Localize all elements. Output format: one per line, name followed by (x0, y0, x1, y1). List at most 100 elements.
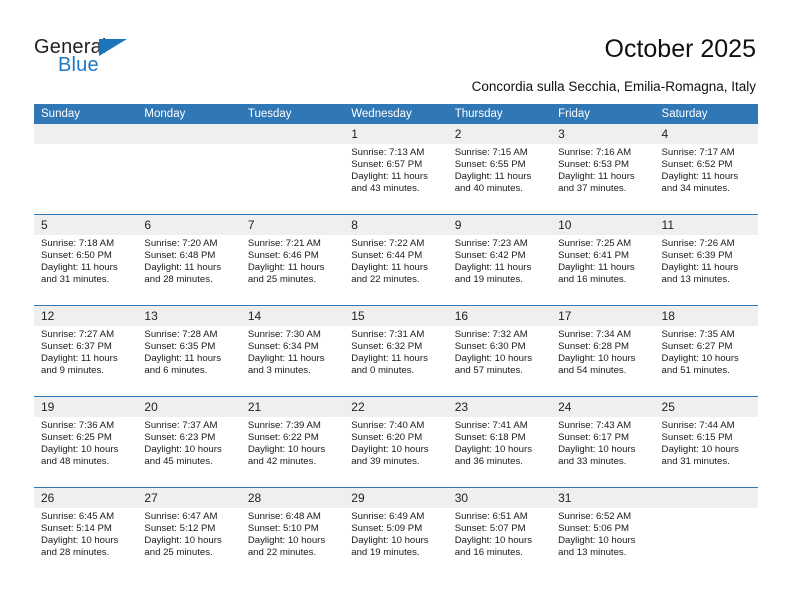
daylight-duration-line2: and 43 minutes. (351, 183, 420, 195)
sunrise-time: Sunrise: 6:48 AM (247, 511, 321, 522)
day-number: 6 (137, 215, 241, 235)
calendar-day-cell-empty (654, 488, 758, 579)
calendar-day-cell[interactable]: 20 Sunrise: 7:37 AM Sunset: 6:23 PM Dayligh… (137, 397, 241, 488)
day-cell-inner: 4 Sunrise: 7:17 AM Sunset: 6:52 PM Daylight… (654, 124, 758, 214)
daylight-duration-line2: and 13 minutes. (661, 274, 730, 286)
daylight-duration-line2: and 37 minutes. (558, 183, 627, 195)
calendar-day-cell[interactable]: 24 Sunrise: 7:43 AM Sunset: 6:17 PM Dayligh… (551, 397, 655, 488)
calendar-day-cell[interactable]: 7 Sunrise: 7:21 AM Sunset: 6:46 PM Daylight… (240, 215, 345, 306)
calendar-day-cell[interactable]: 21 Sunrise: 7:39 AM Sunset: 6:22 PM Dayligh… (240, 397, 345, 488)
sunset-time: Sunset: 6:35 PM (144, 341, 216, 353)
sunset-time: Sunset: 6:42 PM (454, 250, 526, 262)
day-number: 10 (551, 215, 655, 235)
calendar-day-cell[interactable]: 26 Sunrise: 6:45 AM Sunset: 5:14 PM Dayligh… (34, 488, 138, 579)
calendar-week-row: 1 Sunrise: 7:13 AM Sunset: 6:57 PM Daylight… (34, 124, 758, 215)
calendar-day-cell[interactable]: 23 Sunrise: 7:41 AM Sunset: 6:18 PM Dayligh… (447, 397, 552, 488)
sunrise-time: Sunrise: 7:37 AM (144, 420, 218, 431)
sunset-time: Sunset: 6:22 PM (247, 432, 319, 444)
brand-logo[interactable]: General Blue (34, 36, 234, 84)
day-sun-info: Sunrise: 7:30 AM Sunset: 6:34 PM Daylight:… (241, 326, 344, 377)
day-number: 12 (34, 306, 138, 326)
sunrise-time: Sunrise: 7:18 AM (41, 238, 115, 249)
calendar-day-cell[interactable]: 17 Sunrise: 7:34 AM Sunset: 6:28 PM Dayligh… (551, 306, 655, 397)
daylight-duration-line2: and 22 minutes. (247, 547, 317, 559)
calendar-day-cell[interactable]: 29 Sunrise: 6:49 AM Sunset: 5:09 PM Dayligh… (344, 488, 448, 579)
daylight-duration-line2: and 22 minutes. (351, 274, 420, 286)
calendar-day-cell[interactable]: 2 Sunrise: 7:15 AM Sunset: 6:55 PM Daylight… (447, 124, 552, 215)
calendar-day-cell[interactable]: 19 Sunrise: 7:36 AM Sunset: 6:25 PM Dayligh… (34, 397, 138, 488)
calendar-day-cell[interactable]: 28 Sunrise: 6:48 AM Sunset: 5:10 PM Dayligh… (240, 488, 345, 579)
day-sun-info: Sunrise: 7:13 AM Sunset: 6:57 PM Daylight:… (344, 144, 447, 195)
calendar-day-cell[interactable]: 31 Sunrise: 6:52 AM Sunset: 5:06 PM Dayligh… (551, 488, 655, 579)
sunset-time: Sunset: 5:09 PM (351, 523, 423, 535)
day-sun-info: Sunrise: 7:17 AM Sunset: 6:52 PM Daylight:… (655, 144, 758, 195)
calendar-day-cell[interactable]: 8 Sunrise: 7:22 AM Sunset: 6:44 PM Daylight… (344, 215, 448, 306)
calendar-day-cell[interactable]: 16 Sunrise: 7:32 AM Sunset: 6:30 PM Dayligh… (447, 306, 552, 397)
calendar-day-cell[interactable]: 30 Sunrise: 6:51 AM Sunset: 5:07 PM Dayligh… (447, 488, 552, 579)
calendar-day-cell[interactable]: 22 Sunrise: 7:40 AM Sunset: 6:20 PM Dayligh… (344, 397, 448, 488)
sunrise-time: Sunrise: 7:16 AM (558, 147, 632, 158)
day-cell-inner: 24 Sunrise: 7:43 AM Sunset: 6:17 PM Dayligh… (551, 397, 655, 487)
daylight-duration-line1: Daylight: 11 hours (454, 262, 532, 274)
sunrise-time: Sunrise: 7:32 AM (454, 329, 528, 340)
day-sun-info: Sunrise: 6:47 AM Sunset: 5:12 PM Daylight:… (137, 508, 240, 559)
calendar-day-cell[interactable]: 6 Sunrise: 7:20 AM Sunset: 6:48 PM Daylight… (137, 215, 241, 306)
calendar-day-cell[interactable]: 15 Sunrise: 7:31 AM Sunset: 6:32 PM Dayligh… (344, 306, 448, 397)
sunset-time: Sunset: 6:52 PM (661, 159, 733, 171)
sunrise-time: Sunrise: 6:49 AM (351, 511, 425, 522)
weekday-header-tuesday: Tuesday (240, 104, 345, 124)
calendar-day-cell[interactable]: 1 Sunrise: 7:13 AM Sunset: 6:57 PM Daylight… (344, 124, 448, 215)
calendar-day-cell[interactable]: 3 Sunrise: 7:16 AM Sunset: 6:53 PM Daylight… (551, 124, 655, 215)
day-sun-info: Sunrise: 7:41 AM Sunset: 6:18 PM Daylight:… (448, 417, 551, 468)
day-sun-info: Sunrise: 7:25 AM Sunset: 6:41 PM Daylight:… (551, 235, 654, 286)
calendar-day-cell[interactable]: 27 Sunrise: 6:47 AM Sunset: 5:12 PM Dayligh… (137, 488, 241, 579)
daylight-duration-line2: and 19 minutes. (351, 547, 420, 559)
calendar-day-cell[interactable]: 14 Sunrise: 7:30 AM Sunset: 6:34 PM Dayligh… (240, 306, 345, 397)
daylight-duration-line2: and 54 minutes. (558, 365, 627, 377)
calendar-day-cell[interactable]: 13 Sunrise: 7:28 AM Sunset: 6:35 PM Dayligh… (137, 306, 241, 397)
day-number: 5 (34, 215, 138, 235)
sunrise-time: Sunrise: 7:34 AM (558, 329, 632, 340)
calendar-day-cell[interactable]: 10 Sunrise: 7:25 AM Sunset: 6:41 PM Dayligh… (551, 215, 655, 306)
daylight-duration-line1: Daylight: 10 hours (558, 444, 636, 456)
day-cell-inner: 14 Sunrise: 7:30 AM Sunset: 6:34 PM Dayligh… (240, 306, 345, 396)
calendar-day-cell-empty (34, 124, 138, 215)
daylight-duration-line2: and 51 minutes. (661, 365, 730, 377)
calendar-day-cell[interactable]: 4 Sunrise: 7:17 AM Sunset: 6:52 PM Daylight… (654, 124, 758, 215)
day-sun-info: Sunrise: 7:32 AM Sunset: 6:30 PM Daylight:… (448, 326, 551, 377)
page-header: General Blue October 2025 Concordia sull… (0, 0, 792, 96)
daylight-duration-line1: Daylight: 11 hours (144, 353, 222, 365)
sunrise-time: Sunrise: 7:20 AM (144, 238, 218, 249)
sunrise-time: Sunrise: 7:17 AM (661, 147, 735, 158)
daylight-duration-line1: Daylight: 11 hours (661, 171, 739, 183)
day-number: 7 (240, 215, 345, 235)
daylight-duration-line2: and 48 minutes. (41, 456, 110, 468)
day-number: 8 (344, 215, 448, 235)
calendar-day-cell[interactable]: 11 Sunrise: 7:26 AM Sunset: 6:39 PM Dayligh… (654, 215, 758, 306)
daylight-duration-line2: and 6 minutes. (144, 365, 208, 377)
daylight-duration-line1: Daylight: 11 hours (247, 262, 325, 274)
sunset-time: Sunset: 6:48 PM (144, 250, 216, 262)
calendar-day-cell[interactable]: 25 Sunrise: 7:44 AM Sunset: 6:15 PM Dayligh… (654, 397, 758, 488)
daylight-duration-line1: Daylight: 11 hours (661, 262, 739, 274)
sunrise-time: Sunrise: 7:39 AM (247, 420, 321, 431)
day-cell-inner: 25 Sunrise: 7:44 AM Sunset: 6:15 PM Dayligh… (654, 397, 758, 487)
day-number: 11 (654, 215, 758, 235)
daylight-duration-line1: Daylight: 11 hours (41, 262, 118, 274)
day-sun-info: Sunrise: 6:49 AM Sunset: 5:09 PM Daylight:… (344, 508, 447, 559)
calendar-day-cell[interactable]: 9 Sunrise: 7:23 AM Sunset: 6:42 PM Daylight… (447, 215, 552, 306)
calendar-day-cell[interactable]: 12 Sunrise: 7:27 AM Sunset: 6:37 PM Dayligh… (34, 306, 138, 397)
calendar-week-row: 5 Sunrise: 7:18 AM Sunset: 6:50 PM Daylight… (34, 214, 758, 306)
day-sun-info: Sunrise: 7:21 AM Sunset: 6:46 PM Daylight:… (241, 235, 344, 286)
day-cell-inner: 28 Sunrise: 6:48 AM Sunset: 5:10 PM Dayligh… (240, 488, 345, 578)
daylight-duration-line2: and 28 minutes. (41, 547, 110, 559)
calendar-day-cell[interactable]: 18 Sunrise: 7:35 AM Sunset: 6:27 PM Dayligh… (654, 306, 758, 397)
sunrise-time: Sunrise: 7:35 AM (661, 329, 735, 340)
daylight-duration-line1: Daylight: 10 hours (558, 353, 636, 365)
daylight-duration-line2: and 19 minutes. (454, 274, 523, 286)
sunset-time: Sunset: 6:17 PM (558, 432, 630, 444)
day-cell-inner: 11 Sunrise: 7:26 AM Sunset: 6:39 PM Dayligh… (654, 215, 758, 305)
calendar-day-cell[interactable]: 5 Sunrise: 7:18 AM Sunset: 6:50 PM Daylight… (34, 215, 138, 306)
calendar-week-row: 12 Sunrise: 7:27 AM Sunset: 6:37 PM Dayligh… (34, 305, 758, 397)
daylight-duration-line1: Daylight: 10 hours (144, 535, 222, 547)
